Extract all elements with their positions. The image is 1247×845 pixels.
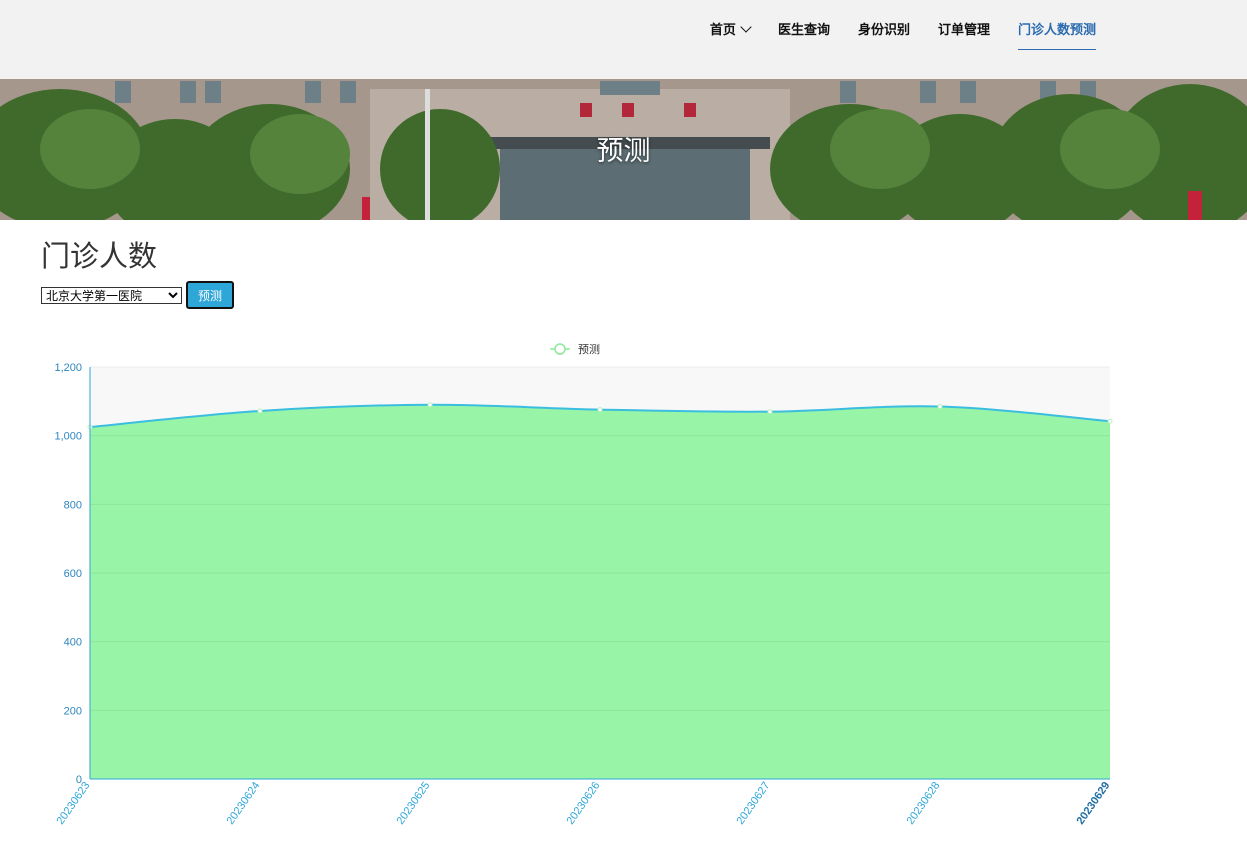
x-tick-label: 20230623 [55,780,93,827]
main-nav: 首页 医生查询 身份识别 订单管理 门诊人数预测 [682,0,1096,79]
nav-item-identity[interactable]: 身份识别 [858,0,910,49]
y-tick-label: 400 [64,637,82,649]
predict-button[interactable]: 预测 [186,281,234,309]
x-tick-label: 20230624 [225,780,263,827]
chevron-down-icon [740,21,752,33]
y-tick-label: 800 [64,499,82,511]
page-title: 门诊人数 [41,239,158,273]
y-tick-label: 200 [64,705,82,717]
outpatient-forecast-chart: 02004006008001,0001,20020230623 20230624 2… [54,343,1113,827]
data-point [767,409,773,415]
nav-item-outpatient-forecast[interactable]: 门诊人数预测 [1017,0,1096,50]
x-tick-label: 20230625 [395,780,433,827]
series-area-forecast [90,404,1110,779]
nav-item-orders[interactable]: 订单管理 [938,0,990,49]
data-point [427,402,433,408]
hero-banner: 预测 [0,79,1247,220]
data-point [597,407,603,413]
x-tick-label: 20230627 [735,780,773,827]
x-tick-label: 20230626 [565,780,603,827]
x-tick-label: 20230629 [1075,780,1113,827]
nav-item-outpatient-forecast-label: 门诊人数预测 [1017,23,1096,38]
y-tick-label: 1,200 [54,362,82,374]
legend-marker [554,343,566,355]
nav-item-identity-label: 身份识别 [857,23,910,38]
x-tick-label: 20230628 [905,780,943,827]
nav-item-doctor-search-label: 医生查询 [777,23,830,38]
data-point [1107,418,1113,424]
data-point [937,403,943,409]
top-navbar: 首页 医生查询 身份识别 订单管理 门诊人数预测 [0,0,1247,79]
hospital-select[interactable]: 北京大学第一医院 [41,286,182,304]
nav-item-home[interactable]: 首页 [709,0,752,49]
y-tick-label: 1,000 [54,431,82,443]
banner-title: 预测 [596,136,651,167]
data-point [257,408,263,414]
legend-label: 预测 [578,343,600,356]
nav-item-doctor-search[interactable]: 医生查询 [778,0,830,49]
y-tick-label: 600 [64,568,82,580]
forecast-controls: 北京大学第一医院 预测 [41,281,234,309]
nav-item-home-label: 首页 [709,23,736,38]
nav-item-orders-label: 订单管理 [937,23,990,38]
